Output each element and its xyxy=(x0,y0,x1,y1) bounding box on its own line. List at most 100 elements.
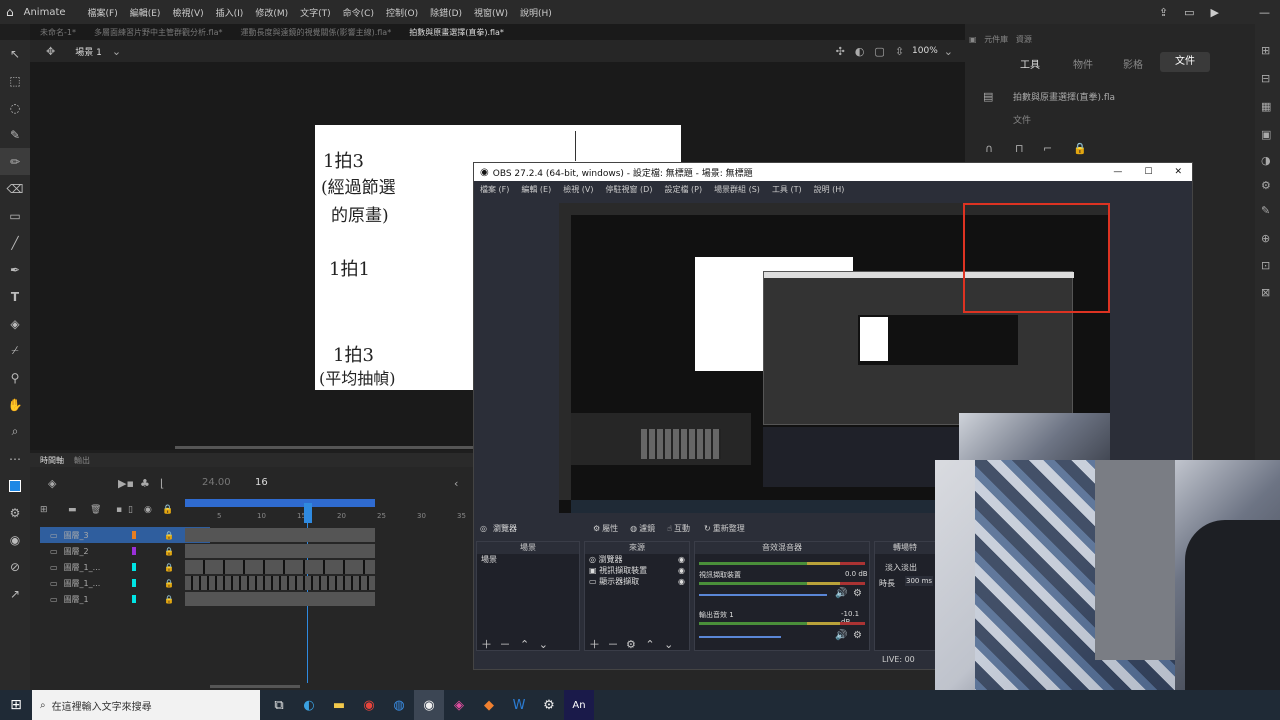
menu-commands[interactable]: 命令(C) xyxy=(343,6,374,19)
timeline-scrollbar[interactable] xyxy=(210,685,300,688)
lock-icon[interactable]: 🔒 xyxy=(1073,142,1087,155)
panel-icon-4[interactable]: ▣ xyxy=(1261,128,1271,141)
menu-modify[interactable]: 修改(M) xyxy=(255,6,288,19)
center-stage-icon[interactable]: ✣ xyxy=(836,45,845,58)
menu-text[interactable]: 文字(T) xyxy=(300,6,331,19)
speaker-icon[interactable]: 🔊 xyxy=(835,588,847,599)
layer-color-swatch[interactable] xyxy=(132,579,136,587)
volume-slider[interactable] xyxy=(699,636,781,638)
select-tool-icon[interactable]: ↖ xyxy=(0,40,30,67)
refresh-icon[interactable]: ↻ xyxy=(704,524,711,533)
mixer-gear-icon[interactable]: ⚙ xyxy=(853,630,862,641)
panel-tab-document[interactable]: 文件 xyxy=(1160,52,1210,72)
zoom-dropdown-icon[interactable]: ⌄ xyxy=(944,45,953,58)
remove-scene-icon[interactable]: － xyxy=(500,638,511,651)
lasso-tool-icon[interactable]: ◌ xyxy=(0,94,30,121)
chrome-icon[interactable]: ◉ xyxy=(354,690,384,720)
panel-icon-7[interactable]: ✎ xyxy=(1261,204,1270,217)
menu-control[interactable]: 控制(O) xyxy=(386,6,418,19)
brush-tool-icon[interactable]: ✎ xyxy=(0,121,30,148)
menu-help[interactable]: 說明(H) xyxy=(520,6,552,19)
outline-icon[interactable]: ▯ xyxy=(128,505,133,515)
eye-icon[interactable]: ◉ xyxy=(678,554,685,565)
edge-icon[interactable]: ◐ xyxy=(294,690,324,720)
panel-icon-8[interactable]: ⊕ xyxy=(1261,232,1270,245)
frame-track[interactable] xyxy=(185,560,375,574)
frame-icon[interactable]: ▢ xyxy=(874,45,884,58)
transition-select[interactable]: 淡入淡出 xyxy=(885,562,917,573)
panel-icon-6[interactable]: ⚙ xyxy=(1261,179,1271,192)
smooth-icon[interactable]: ↗ xyxy=(0,580,30,607)
color-swatch-icon[interactable] xyxy=(0,472,30,499)
volume-slider[interactable] xyxy=(699,594,827,596)
zoom-stepper-icon[interactable]: ⇳ xyxy=(895,45,904,58)
pen-tool-icon[interactable]: ✒ xyxy=(0,256,30,283)
frame-track[interactable] xyxy=(185,592,375,606)
settings-gear-icon[interactable]: ⚙ xyxy=(534,690,564,720)
graph-icon[interactable]: ⌊ xyxy=(160,477,164,490)
menu-edit[interactable]: 編輯(E) xyxy=(130,6,161,19)
panel-icon-1[interactable]: ⊞ xyxy=(1261,44,1270,57)
frame-track[interactable] xyxy=(185,576,375,590)
chevron-left-icon[interactable]: ‹ xyxy=(454,477,458,490)
zoom-value[interactable]: 100% xyxy=(912,46,938,56)
move-down-icon[interactable]: ⌄ xyxy=(539,638,548,651)
obs-menu-tools[interactable]: 工具 (T) xyxy=(772,184,802,195)
app-icon[interactable]: ◍ xyxy=(384,690,414,720)
settings-icon[interactable]: ⚙ xyxy=(0,499,30,526)
layer-color-swatch[interactable] xyxy=(132,595,136,603)
layer-lock-icon[interactable]: 🔒 xyxy=(164,563,174,572)
word-icon[interactable]: W xyxy=(504,690,534,720)
pencil-tool-icon[interactable]: ✏ xyxy=(0,148,30,175)
home-icon[interactable]: ⌂ xyxy=(6,5,14,19)
properties-gear-icon[interactable]: ⚙ xyxy=(593,524,600,533)
eye-icon[interactable]: ◉ xyxy=(678,565,685,576)
obs-close-icon[interactable]: ✕ xyxy=(1174,167,1182,177)
obs-menu-profile[interactable]: 設定檔 (P) xyxy=(664,184,702,195)
delete-layer-icon[interactable]: 🗑 xyxy=(90,505,101,515)
highlight-icon[interactable]: ▪ xyxy=(116,505,122,515)
magnet-icon[interactable]: ∩ xyxy=(985,142,993,155)
tab-timeline[interactable]: 時間軸 xyxy=(40,455,64,466)
file-explorer-icon[interactable]: ▬ xyxy=(324,690,354,720)
scene-label[interactable]: 場景 1 xyxy=(75,45,102,58)
move-down-icon[interactable]: ⌄ xyxy=(664,638,673,651)
obs-menu-help[interactable]: 說明 (H) xyxy=(814,184,845,195)
share-icon[interactable]: ⇪ xyxy=(1159,6,1168,19)
tab-doc-2[interactable]: 多層面練習片野中主管群觀分析.fla* xyxy=(94,27,222,38)
panel-tab-object[interactable]: 物件 xyxy=(1073,56,1093,71)
source-item[interactable]: ◎ 瀏覽器 ◉ xyxy=(585,554,689,565)
panel-icon-3[interactable]: ▦ xyxy=(1261,100,1271,113)
menu-file[interactable]: 檔案(F) xyxy=(88,6,118,19)
mixer-gear-icon[interactable]: ⚙ xyxy=(853,588,862,599)
obs-menu-edit[interactable]: 編輯 (E) xyxy=(521,184,551,195)
minimize-icon[interactable]: — xyxy=(1259,6,1270,19)
frame-track[interactable] xyxy=(185,544,375,558)
obs-taskbar-icon[interactable]: ◉ xyxy=(414,690,444,720)
frame-track[interactable] xyxy=(185,528,375,542)
panel-icon-9[interactable]: ⊡ xyxy=(1261,259,1270,272)
paint-bucket-icon[interactable]: ◈ xyxy=(0,310,30,337)
layer-lock-icon[interactable]: 🔒 xyxy=(164,579,174,588)
panel-icon-2[interactable]: ⊟ xyxy=(1261,72,1270,85)
tab-doc-3[interactable]: 運動長度與遠鏡的視覺關係(影響主線).fla* xyxy=(240,27,391,38)
lock-all-icon[interactable]: 🔒 xyxy=(162,505,173,515)
layers-icon[interactable]: ◈ xyxy=(48,477,56,490)
filter-icon[interactable]: ◍ xyxy=(630,524,637,533)
add-scene-icon[interactable]: ＋ xyxy=(481,638,492,651)
window-icon[interactable]: ▭ xyxy=(1184,6,1194,19)
panel-icon-10[interactable]: ⊠ xyxy=(1261,286,1270,299)
chevron-down-icon[interactable]: ⌄ xyxy=(112,45,121,58)
pin-icon[interactable]: ⚲ xyxy=(0,364,30,391)
menu-window[interactable]: 視窗(W) xyxy=(474,6,508,19)
obs-menu-scene-collection[interactable]: 場景群組 (S) xyxy=(714,184,760,195)
timeline-range-bar[interactable] xyxy=(185,499,375,507)
snap-icon[interactable]: ⊘ xyxy=(0,553,30,580)
duration-input[interactable]: 300 ms xyxy=(905,576,934,586)
panel-tab-frame[interactable]: 影格 xyxy=(1123,56,1143,71)
text-tool-icon[interactable]: T xyxy=(0,283,30,310)
tab-doc-1[interactable]: 未命名-1* xyxy=(40,27,76,38)
layer-icon[interactable]: ◉ xyxy=(0,526,30,553)
interact-button[interactable]: 互動 xyxy=(674,523,690,534)
fps-value[interactable]: 24.00 xyxy=(202,477,231,488)
